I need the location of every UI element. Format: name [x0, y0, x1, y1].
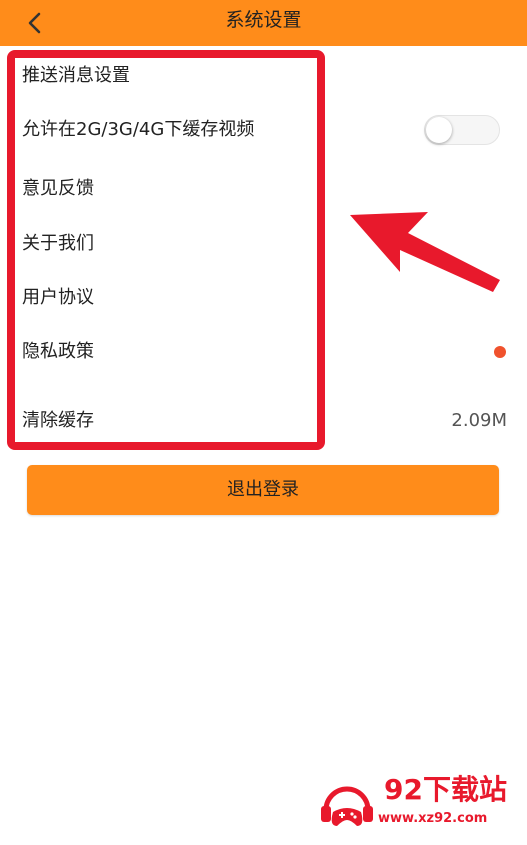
cache-video-item[interactable]: 允许在2G/3G/4G下缓存视频: [0, 103, 527, 157]
watermark-url: www.xz92.com: [378, 811, 488, 826]
toggle-knob: [426, 117, 452, 143]
cache-size-value: 2.09M: [451, 410, 507, 431]
cache-video-toggle[interactable]: [424, 115, 500, 145]
watermark-title: 92下载站: [384, 773, 507, 806]
push-settings-item[interactable]: 推送消息设置: [0, 49, 527, 103]
gamepad-headphones-logo-icon: [321, 786, 373, 826]
privacy-policy-label: 隐私政策: [22, 341, 94, 362]
clear-cache-label: 清除缓存: [22, 410, 94, 431]
push-settings-label: 推送消息设置: [22, 65, 130, 86]
feedback-item[interactable]: 意见反馈: [0, 162, 527, 216]
clear-cache-item[interactable]: 清除缓存 2.09M: [0, 394, 527, 448]
cache-video-label: 允许在2G/3G/4G下缓存视频: [22, 119, 255, 140]
app-header: 系统设置: [0, 0, 527, 46]
about-us-item[interactable]: 关于我们: [0, 217, 527, 271]
user-agreement-label: 用户协议: [22, 287, 94, 308]
user-agreement-item[interactable]: 用户协议: [0, 271, 527, 325]
settings-list: 推送消息设置 允许在2G/3G/4G下缓存视频 意见反馈 关于我们 用户协议 隐…: [0, 46, 527, 456]
watermark: 92下载站 www.xz92.com: [318, 770, 518, 834]
about-us-label: 关于我们: [22, 233, 94, 254]
page-title: 系统设置: [225, 9, 302, 31]
privacy-policy-item[interactable]: 隐私政策: [0, 325, 527, 379]
logout-label: 退出登录: [227, 479, 299, 500]
logout-button[interactable]: 退出登录: [27, 465, 499, 515]
privacy-red-dot-icon: [494, 346, 506, 358]
feedback-label: 意见反馈: [22, 178, 94, 199]
